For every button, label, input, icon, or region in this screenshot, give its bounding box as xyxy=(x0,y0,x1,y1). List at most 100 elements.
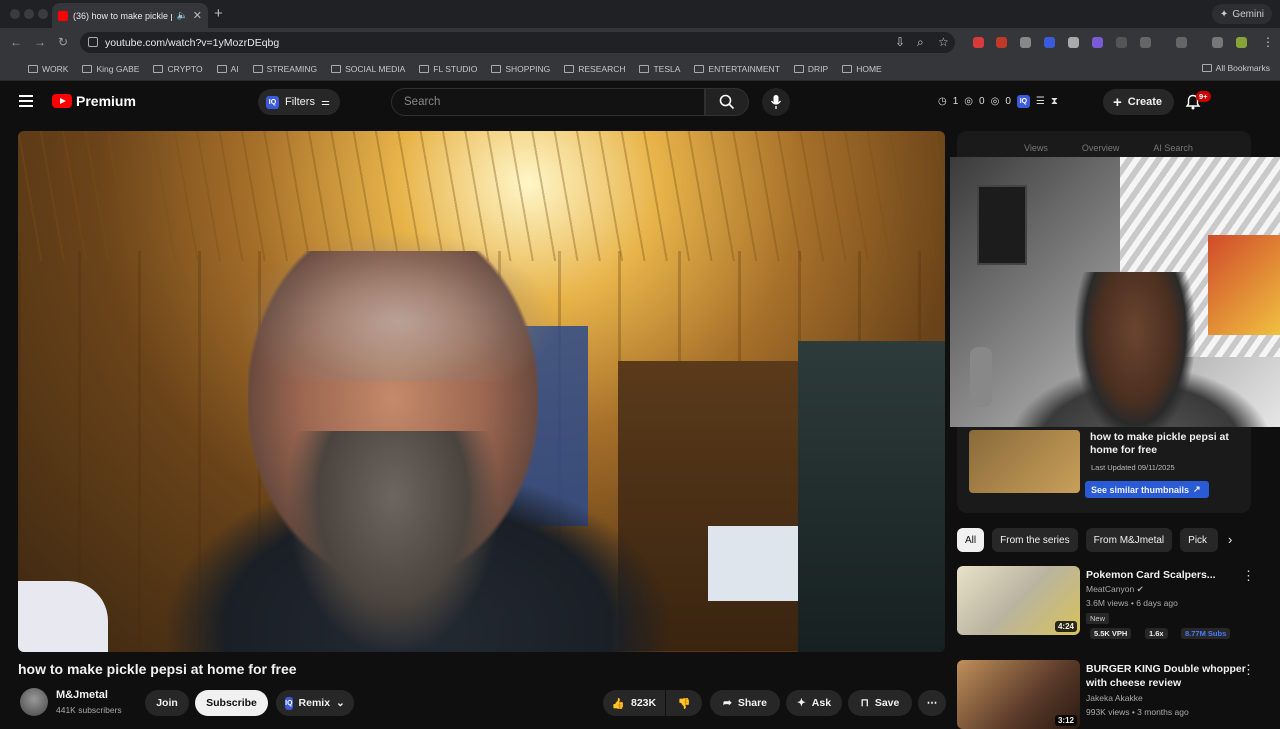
create-button[interactable]: + Create xyxy=(1103,89,1175,115)
zoom-window-dot[interactable] xyxy=(38,9,48,19)
browser-tabbar: (36) how to make pickle pepsi at home fo… xyxy=(0,0,1280,28)
all-bookmarks[interactable]: All Bookmarks xyxy=(1201,63,1270,73)
recommendation-title[interactable]: Pokemon Card Scalpers... xyxy=(1086,568,1246,582)
overlay-thumbnail xyxy=(969,430,1080,493)
more-actions-button[interactable]: ⋯ xyxy=(918,690,946,716)
extensions-puzzle-icon[interactable] xyxy=(1140,37,1151,48)
bookmark-folder[interactable]: RESEARCH xyxy=(564,64,625,74)
gemini-button[interactable]: ✦ Gemini xyxy=(1211,4,1272,24)
more-options-icon[interactable]: ⋮ xyxy=(1242,568,1255,584)
dislike-button[interactable]: 👎 xyxy=(666,690,702,716)
overlay-tab-ai-search[interactable]: AI Search xyxy=(1153,143,1193,153)
back-icon[interactable]: ← xyxy=(10,35,22,49)
iq-extension-icon[interactable]: IQ xyxy=(1016,95,1030,108)
recommendation-item[interactable]: 4:24 Pokemon Card Scalpers... MeatCanyon… xyxy=(957,566,1280,646)
chip-all[interactable]: All xyxy=(957,528,985,552)
overlay-tab-views[interactable]: Views xyxy=(1024,143,1048,153)
chip-pick[interactable]: Pick xyxy=(1180,528,1219,552)
share-button[interactable]: ➦ Share xyxy=(710,690,780,716)
voice-search-button[interactable] xyxy=(762,88,790,116)
ask-button[interactable]: ✦ Ask xyxy=(786,690,842,716)
folder-icon xyxy=(793,64,804,73)
forward-icon[interactable]: → xyxy=(34,35,46,49)
extension-icon[interactable] xyxy=(1068,37,1079,48)
video-frame-beard xyxy=(288,431,498,651)
see-similar-thumbnails-button[interactable]: See similar thumbnails ↗ xyxy=(1085,481,1209,498)
site-info-icon[interactable] xyxy=(88,37,98,47)
extension-stats[interactable]: ◷ 1 ◎ 0 ◎ 0 IQ ☰ ⧗ xyxy=(938,95,1058,108)
profile-avatar-icon[interactable] xyxy=(1236,37,1247,48)
bookmark-folder[interactable]: CRYPTO xyxy=(153,64,203,74)
recommendation-thumbnail[interactable]: 4:24 xyxy=(957,566,1080,635)
bookmark-folder[interactable]: SHOPPING xyxy=(491,64,550,74)
bookmark-folder[interactable]: WORK xyxy=(28,64,68,74)
speaker-icon[interactable]: 🔈 xyxy=(177,10,188,21)
see-similar-label: See similar thumbnails xyxy=(1091,484,1190,495)
hourglass-icon[interactable]: ⧗ xyxy=(1051,96,1058,107)
list-icon[interactable]: ☰ xyxy=(1036,96,1045,107)
install-icon[interactable]: ⇩ xyxy=(895,35,905,49)
thumbs-up-icon: 👍 xyxy=(611,697,625,710)
bookmark-folder[interactable]: TESLA xyxy=(639,64,680,74)
reload-icon[interactable]: ↻ xyxy=(58,35,68,49)
create-label: Create xyxy=(1127,96,1163,108)
extension-icon[interactable] xyxy=(996,37,1007,48)
side-panel-icon[interactable] xyxy=(1176,37,1187,48)
video-player[interactable] xyxy=(18,131,945,652)
recommendation-channel[interactable]: Jakeka Akakke xyxy=(1086,693,1143,703)
extension-icon[interactable] xyxy=(1044,37,1055,48)
join-button[interactable]: Join xyxy=(145,690,189,716)
extension-icon[interactable] xyxy=(1092,37,1103,48)
channel-name[interactable]: M&Jmetal xyxy=(56,689,108,701)
recommendation-item[interactable]: 3:12 BURGER KING Double whopper with che… xyxy=(957,660,1280,729)
bookmark-star-icon[interactable]: ☆ xyxy=(938,35,949,49)
zoom-icon[interactable]: ⌕ xyxy=(917,35,924,50)
bookmark-folder[interactable]: King GABE xyxy=(82,64,139,74)
close-tab-icon[interactable]: ✕ xyxy=(193,9,202,22)
search-input[interactable]: Search xyxy=(391,88,705,116)
new-tab-icon[interactable]: + xyxy=(214,5,223,22)
url-field[interactable]: youtube.com/watch?v=1yMozrDEqbg xyxy=(80,32,955,53)
filters-button[interactable]: IQ Filters ⚌ xyxy=(258,89,340,115)
extension-icon[interactable] xyxy=(973,37,984,48)
search-button[interactable] xyxy=(705,88,749,116)
close-window-dot[interactable] xyxy=(10,9,20,19)
like-button[interactable]: 👍 823K xyxy=(603,690,665,716)
duration-badge: 4:24 xyxy=(1054,621,1077,632)
bookmark-folder[interactable]: SOCIAL MEDIA xyxy=(331,64,405,74)
chip-from-channel[interactable]: From M&Jmetal xyxy=(1085,528,1173,552)
browser-tab[interactable]: (36) how to make pickle pepsi at home fo… xyxy=(52,3,208,28)
subscribe-button[interactable]: Subscribe xyxy=(195,690,268,716)
save-button[interactable]: ⊓ Save xyxy=(848,690,912,716)
bookmark-folder[interactable]: ENTERTAINMENT xyxy=(694,64,780,74)
menu-icon[interactable] xyxy=(19,95,33,107)
multiplier-badge: 1.6x xyxy=(1145,628,1168,639)
menu-list-icon[interactable] xyxy=(1212,37,1223,48)
bookmark-folder[interactable]: STREAMING xyxy=(252,64,317,74)
recommendation-thumbnail[interactable]: 3:12 xyxy=(957,660,1080,729)
browser-menu-icon[interactable]: ⋮ xyxy=(1262,35,1274,49)
extension-icon[interactable] xyxy=(1116,37,1127,48)
extension-icon[interactable] xyxy=(1020,37,1031,48)
bookmark-folder[interactable]: HOME xyxy=(842,64,882,74)
bookmark-folder[interactable]: DRIP xyxy=(793,64,828,74)
youtube-play-icon xyxy=(52,94,72,108)
minimize-window-dot[interactable] xyxy=(24,9,34,19)
bookmark-folder[interactable]: AI xyxy=(216,64,239,74)
verified-icon: ✔ xyxy=(1136,584,1144,594)
overlay-tab-overview[interactable]: Overview xyxy=(1082,143,1120,153)
chip-from-series[interactable]: From the series xyxy=(992,528,1078,552)
video-frame-hair xyxy=(238,231,558,381)
recommendation-channel[interactable]: MeatCanyon ✔ xyxy=(1086,584,1144,595)
more-options-icon[interactable]: ⋮ xyxy=(1242,662,1255,678)
channel-avatar[interactable] xyxy=(20,688,48,716)
folder-icon xyxy=(216,64,227,73)
chevron-right-icon[interactable]: › xyxy=(1228,532,1232,547)
remix-button[interactable]: IQ Remix ⌄ xyxy=(276,690,354,716)
bookmark-folder[interactable]: FL STUDIO xyxy=(419,64,477,74)
stat-other: 0 xyxy=(1005,96,1011,107)
youtube-premium-logo[interactable]: Premium xyxy=(52,93,136,109)
recommendation-title[interactable]: BURGER KING Double whopper with cheese r… xyxy=(1086,662,1246,690)
external-link-icon: ↗ xyxy=(1193,484,1201,494)
overlay-video-title: how to make pickle pepsi at home for fre… xyxy=(1090,431,1229,456)
